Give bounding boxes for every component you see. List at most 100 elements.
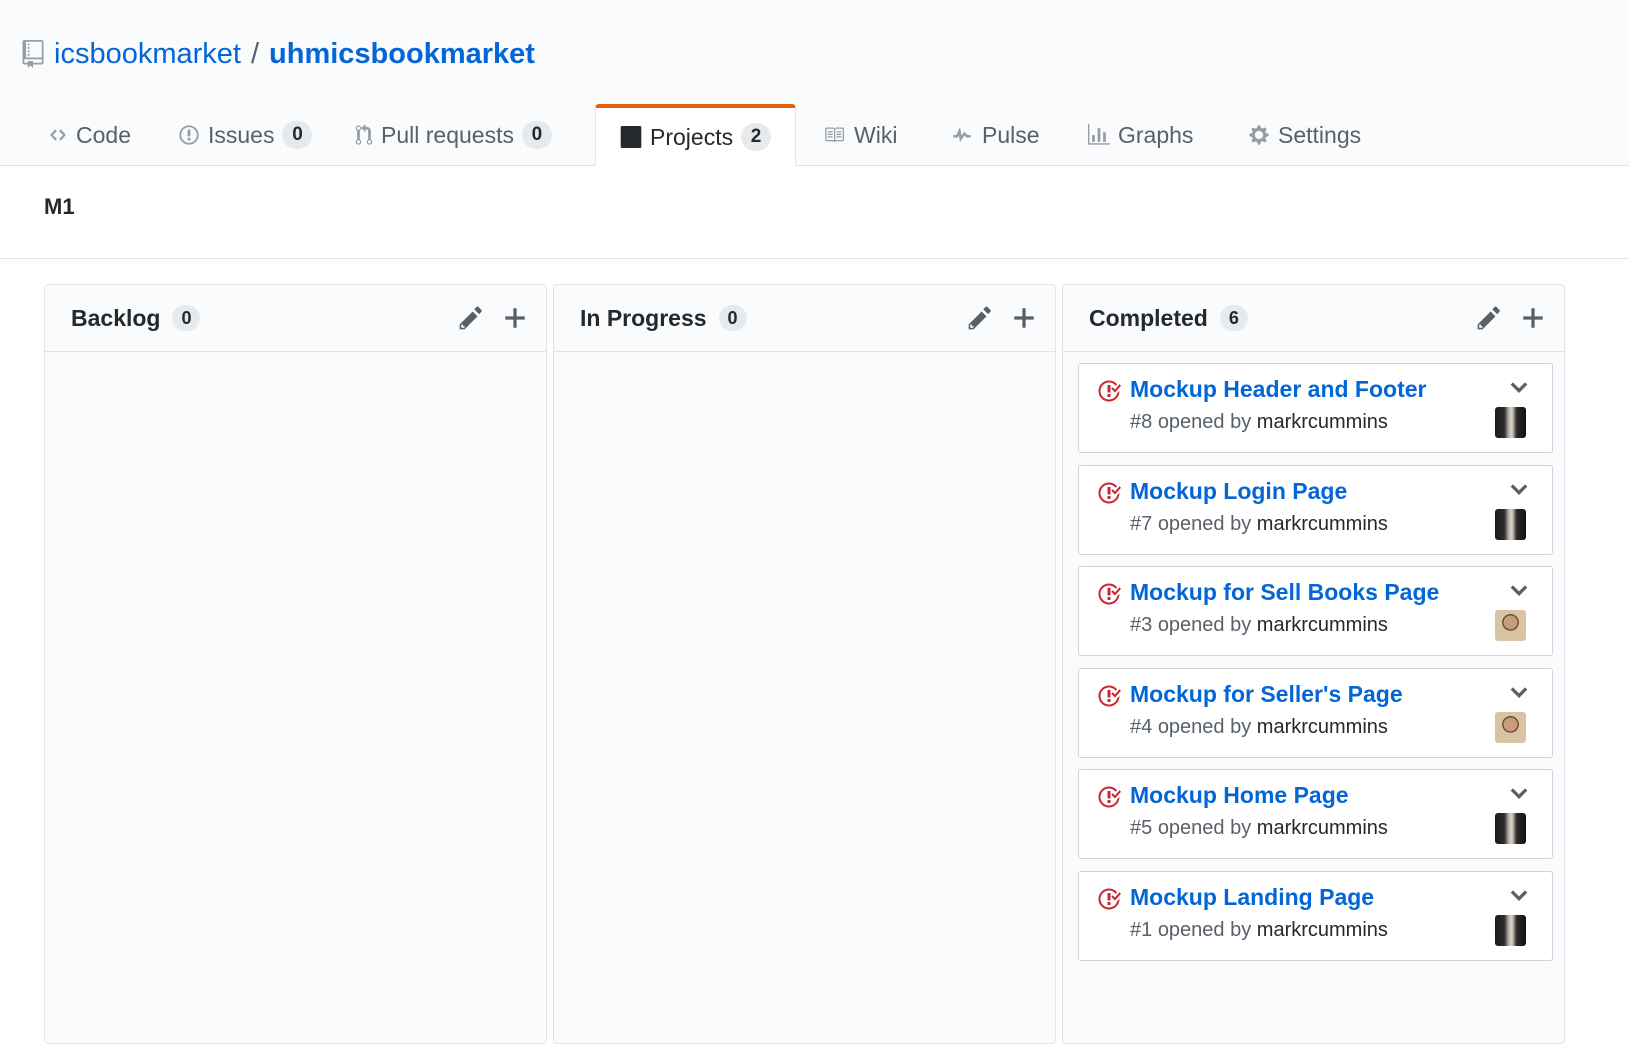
tab-issues[interactable]: Issues 0 [178, 104, 313, 166]
add-card-button[interactable] [1011, 305, 1037, 331]
tab-label: Settings [1278, 121, 1362, 148]
chevron-down-icon[interactable] [1510, 889, 1528, 903]
author-link[interactable]: markrcummins [1257, 513, 1388, 535]
project-icon [620, 126, 642, 148]
column-count-badge: 6 [1219, 305, 1248, 331]
issue-number: #1 [1130, 918, 1153, 941]
column-count-badge: 0 [172, 305, 201, 331]
repo-icon [22, 40, 44, 68]
card-meta: #1 opened by markrcummins [1130, 919, 1388, 942]
tab-label: Graphs [1118, 121, 1194, 148]
add-card-button[interactable] [1520, 305, 1546, 331]
graph-icon [1088, 124, 1110, 145]
opened-by-text: opened by [1157, 411, 1257, 433]
avatar[interactable] [1495, 914, 1526, 946]
issue-card[interactable]: Mockup for Seller's Page #4 opened by ma… [1078, 667, 1553, 758]
edit-column-button[interactable] [458, 305, 484, 331]
repo-name-link[interactable]: uhmicsbookmarket [269, 38, 535, 71]
column-header: In Progress 0 [554, 285, 1055, 352]
tab-label: Pulse [982, 121, 1040, 148]
card-title-link[interactable]: Mockup Header and Footer [1130, 376, 1426, 403]
card-title-link[interactable]: Mockup Home Page [1130, 782, 1349, 809]
plus-icon [1014, 308, 1034, 328]
author-link[interactable]: markrcummins [1257, 411, 1388, 433]
card-title-link[interactable]: Mockup Landing Page [1130, 884, 1374, 911]
pull-requests-count-badge: 0 [521, 121, 552, 149]
avatar[interactable] [1495, 813, 1526, 844]
opened-by-text: opened by [1157, 614, 1257, 636]
issue-closed-icon [1098, 583, 1121, 605]
chevron-down-icon[interactable] [1510, 686, 1528, 700]
issue-closed-icon [1098, 786, 1121, 808]
chevron-down-icon[interactable] [1510, 483, 1528, 497]
column-in-progress: In Progress 0 [553, 284, 1056, 1044]
card-meta: #5 opened by markrcummins [1130, 817, 1388, 840]
card-title-link[interactable]: Mockup for Seller's Page [1130, 681, 1403, 708]
author-link[interactable]: markrcummins [1257, 614, 1388, 636]
card-title-link[interactable]: Mockup for Sell Books Page [1130, 579, 1439, 606]
pencil-icon [459, 306, 482, 330]
issue-card[interactable]: Mockup Header and Footer #8 opened by ma… [1078, 363, 1553, 453]
card-title-link[interactable]: Mockup Login Page [1130, 478, 1347, 505]
tab-label: Code [76, 121, 131, 148]
repo-title: icsbookmarket / uhmicsbookmarket [22, 34, 535, 74]
issue-closed-icon [1098, 684, 1121, 706]
column-actions [1476, 305, 1546, 331]
avatar[interactable] [1495, 610, 1526, 641]
opened-by-text: opened by [1157, 817, 1257, 839]
card-meta: #3 opened by markrcummins [1130, 614, 1388, 637]
add-card-button[interactable] [502, 305, 528, 331]
issue-card[interactable]: Mockup Home Page #5 opened by markrcummi… [1078, 769, 1553, 859]
tab-label: Wiki [854, 121, 898, 148]
gear-icon [1249, 125, 1269, 145]
issue-number: #4 [1130, 715, 1153, 738]
tab-wiki[interactable]: Wiki [822, 104, 897, 166]
issues-count-badge: 0 [282, 121, 313, 149]
issue-closed-icon [1098, 887, 1121, 909]
issue-card[interactable]: Mockup for Sell Books Page #3 opened by … [1078, 566, 1553, 656]
issue-opened-icon [179, 125, 199, 145]
issue-closed-icon [1098, 380, 1121, 402]
edit-column-button[interactable] [967, 305, 993, 331]
pulse-icon [953, 127, 971, 142]
column-actions [967, 305, 1037, 331]
issue-number: #5 [1130, 817, 1153, 839]
plus-icon [505, 308, 525, 328]
avatar[interactable] [1495, 407, 1526, 438]
opened-by-text: opened by [1157, 918, 1257, 941]
edit-column-button[interactable] [1476, 305, 1502, 331]
tab-label: Pull requests [381, 121, 514, 148]
issue-card[interactable]: Mockup Landing Page #1 opened by markrcu… [1078, 870, 1553, 961]
column-title: Completed [1089, 304, 1208, 331]
tab-pull-requests[interactable]: Pull requests 0 [355, 104, 552, 166]
column-backlog: Backlog 0 [44, 284, 547, 1044]
avatar[interactable] [1495, 711, 1526, 743]
author-link[interactable]: markrcummins [1257, 716, 1388, 738]
chevron-down-icon[interactable] [1510, 787, 1528, 801]
column-count-badge: 0 [718, 305, 747, 331]
repository-header: icsbookmarket / uhmicsbookmarket Code Is… [0, 0, 1629, 167]
issue-card[interactable]: Mockup Login Page #7 opened by markrcumm… [1078, 464, 1553, 555]
tab-settings[interactable]: Settings [1248, 104, 1361, 166]
issue-closed-icon [1098, 481, 1121, 503]
tab-projects[interactable]: Projects 2 [595, 104, 797, 167]
git-pull-request-icon [355, 124, 373, 145]
repo-owner-link[interactable]: icsbookmarket [54, 38, 241, 71]
tab-pulse[interactable]: Pulse [950, 104, 1040, 166]
author-link[interactable]: markrcummins [1257, 817, 1388, 839]
pencil-icon [1477, 306, 1500, 330]
tab-graphs[interactable]: Graphs [1088, 104, 1193, 166]
column-actions [458, 305, 528, 331]
chevron-down-icon[interactable] [1510, 381, 1528, 395]
tab-code[interactable]: Code [48, 104, 131, 166]
chevron-down-icon[interactable] [1510, 584, 1528, 598]
column-header: Backlog 0 [45, 285, 546, 352]
pencil-icon [968, 306, 991, 330]
column-header: Completed 6 [1063, 285, 1564, 352]
project-header: M1 [0, 166, 1629, 259]
tab-label: Issues [208, 121, 275, 148]
card-meta: #7 opened by markrcummins [1130, 513, 1388, 536]
author-link[interactable]: markrcummins [1257, 919, 1388, 941]
avatar[interactable] [1495, 508, 1526, 540]
column-completed: Completed 6 Mockup Header and Footer #8 … [1062, 284, 1565, 1044]
